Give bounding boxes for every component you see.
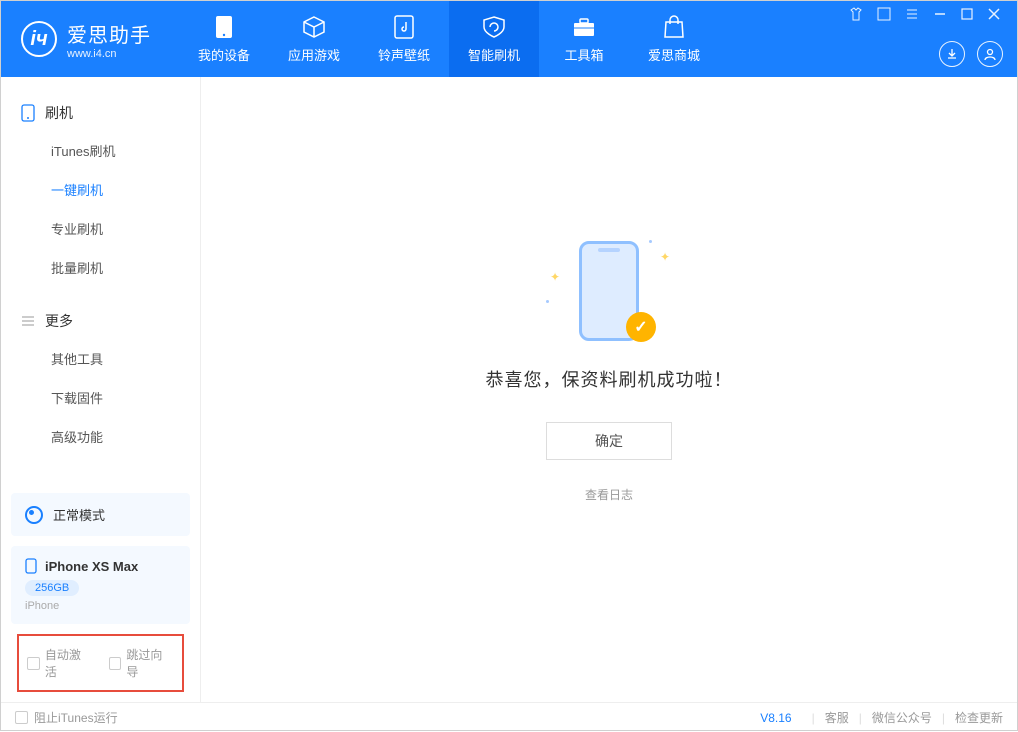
block-itunes-checkbox-label[interactable]: 阻止iTunes运行: [34, 709, 118, 726]
sidebar-item-other-tools[interactable]: 其他工具: [1, 339, 200, 378]
footer: 阻止iTunes运行 V8.16 | 客服 | 微信公众号 | 检查更新: [1, 702, 1017, 732]
sidebar-group-title: 刷机: [45, 103, 73, 123]
skip-guide-checkbox[interactable]: 跳过向导: [109, 646, 175, 680]
device-mode-label: 正常模式: [53, 505, 105, 524]
bag-icon: [662, 15, 686, 39]
sidebar-item-download-firmware[interactable]: 下载固件: [1, 378, 200, 417]
device-name: iPhone XS Max: [45, 559, 138, 574]
checkbox-icon[interactable]: [15, 711, 28, 724]
success-message: 恭喜您，保资料刷机成功啦！: [486, 366, 733, 392]
checkbox-icon: [109, 657, 122, 670]
sidebar-item-onekey-flash[interactable]: 一键刷机: [1, 170, 200, 209]
auto-activate-checkbox[interactable]: 自动激活: [27, 646, 93, 680]
sidebar-group-flash[interactable]: 刷机: [1, 95, 200, 131]
nav-apps-games[interactable]: 应用游戏: [269, 1, 359, 77]
menu-icon[interactable]: [905, 7, 919, 21]
sparkle-icon: ✦: [550, 270, 560, 284]
footer-link-support[interactable]: 客服: [825, 709, 849, 726]
header-right: [849, 1, 1007, 77]
main-panel: ✓ ✦ ✦ 恭喜您，保资料刷机成功啦！ 确定 查看日志: [201, 77, 1017, 702]
sidebar-item-pro-flash[interactable]: 专业刷机: [1, 209, 200, 248]
view-log-link[interactable]: 查看日志: [585, 486, 633, 503]
logo-icon: iч: [21, 21, 57, 57]
shield-refresh-icon: [482, 15, 506, 39]
window-controls: [849, 7, 1007, 21]
list-icon: [21, 314, 35, 328]
checkbox-icon: [27, 657, 40, 670]
mode-indicator-icon: [25, 506, 43, 524]
footer-link-wechat[interactable]: 微信公众号: [872, 709, 932, 726]
nav-ringtones-wallpapers[interactable]: 铃声壁纸: [359, 1, 449, 77]
download-button[interactable]: [939, 41, 965, 67]
nav-label: 智能刷机: [468, 45, 520, 64]
phone-outline-icon: [21, 104, 35, 122]
checkbox-label: 自动激活: [45, 646, 93, 680]
main-nav: 我的设备 应用游戏 铃声壁纸 智能刷机 工具箱 爱思商城: [179, 1, 719, 77]
success-illustration: ✓ ✦ ✦: [544, 236, 674, 346]
checkmark-badge-icon: ✓: [626, 312, 656, 342]
dot-decoration: [649, 240, 652, 243]
device-storage-badge: 256GB: [25, 580, 79, 596]
device-card[interactable]: iPhone XS Max 256GB iPhone: [11, 546, 190, 624]
nav-my-device[interactable]: 我的设备: [179, 1, 269, 77]
nav-label: 我的设备: [198, 45, 250, 64]
music-file-icon: [392, 15, 416, 39]
phone-small-icon: [25, 558, 37, 574]
ok-button[interactable]: 确定: [546, 422, 672, 460]
toolbox-icon: [572, 15, 596, 39]
app-site: www.i4.cn: [67, 48, 151, 60]
sidebar-item-advanced[interactable]: 高级功能: [1, 417, 200, 456]
minimize-button[interactable]: [933, 7, 947, 21]
close-button[interactable]: [987, 7, 1001, 21]
flash-options-highlighted: 自动激活 跳过向导: [17, 634, 184, 692]
logo[interactable]: iч 爱思助手 www.i4.cn: [1, 1, 169, 77]
nav-label: 铃声壁纸: [378, 45, 430, 64]
account-button[interactable]: [977, 41, 1003, 67]
nav-toolbox[interactable]: 工具箱: [539, 1, 629, 77]
nav-label: 工具箱: [564, 45, 603, 64]
device-type: iPhone: [25, 600, 176, 612]
feedback-icon[interactable]: [877, 7, 891, 21]
tshirt-icon[interactable]: [849, 7, 863, 21]
nav-smart-flash[interactable]: 智能刷机: [449, 1, 539, 77]
dot-decoration: [546, 300, 549, 303]
cube-icon: [302, 15, 326, 39]
nav-store[interactable]: 爱思商城: [629, 1, 719, 77]
footer-link-update[interactable]: 检查更新: [955, 709, 1003, 726]
version-label: V8.16: [760, 711, 791, 725]
checkbox-label: 跳过向导: [126, 646, 174, 680]
app-name: 爱思助手: [67, 19, 151, 48]
header: iч 爱思助手 www.i4.cn 我的设备 应用游戏 铃声壁纸 智能刷机 工具…: [1, 1, 1017, 77]
sparkle-icon: ✦: [660, 250, 670, 264]
phone-icon: [212, 15, 236, 39]
sidebar: 刷机 iTunes刷机 一键刷机 专业刷机 批量刷机 更多 其他工具 下载固件 …: [1, 77, 201, 702]
sidebar-item-batch-flash[interactable]: 批量刷机: [1, 248, 200, 287]
sidebar-group-title: 更多: [45, 311, 73, 331]
nav-label: 爱思商城: [648, 45, 700, 64]
sidebar-group-more[interactable]: 更多: [1, 303, 200, 339]
device-mode-card[interactable]: 正常模式: [11, 493, 190, 536]
sidebar-item-itunes-flash[interactable]: iTunes刷机: [1, 131, 200, 170]
maximize-button[interactable]: [961, 8, 973, 20]
nav-label: 应用游戏: [288, 45, 340, 64]
